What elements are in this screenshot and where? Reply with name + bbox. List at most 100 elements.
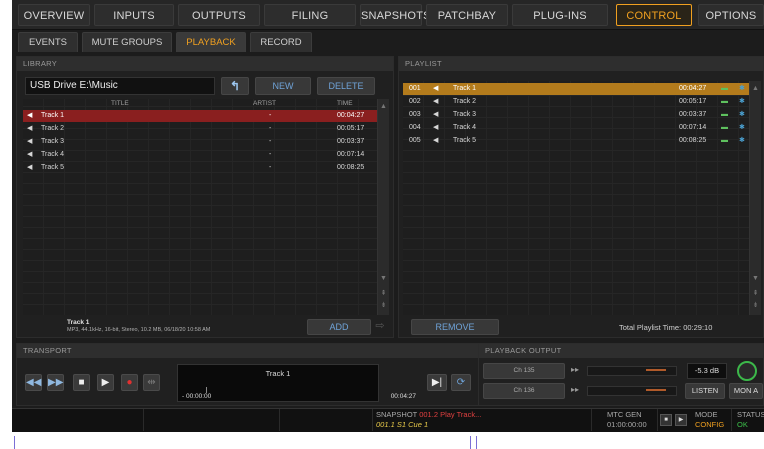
playlist-row[interactable]: 002 ◀ Track 2 00:05:17 ▬ ✱: [403, 96, 749, 108]
tab-snapshots[interactable]: SNAPSHOTS: [360, 4, 430, 26]
add-button[interactable]: ADD: [307, 319, 371, 335]
playlist-row[interactable]: 004 ◀ Track 4 00:07:14 ▬ ✱: [403, 122, 749, 134]
scroll-bottom-icon[interactable]: ⇟: [750, 301, 761, 309]
next-marker-button[interactable]: ▶|: [427, 374, 447, 391]
scrub-button[interactable]: ⇹: [143, 374, 160, 391]
new-button[interactable]: NEW: [255, 77, 311, 95]
record-button[interactable]: ●: [121, 374, 138, 391]
chevron-right-icon: ▸▸: [571, 365, 580, 374]
col-title-header[interactable]: TITLE: [111, 99, 129, 109]
library-scrollbar[interactable]: ▲ ▼ ⇞ ⇟: [377, 99, 389, 315]
playlist-row[interactable]: 005 ◀ Track 5 00:08:25 ▬ ✱: [403, 135, 749, 147]
play-button[interactable]: ▶: [97, 374, 114, 391]
rewind-button[interactable]: ◀◀: [25, 374, 42, 391]
ch1-output-button[interactable]: Ch 135: [483, 363, 565, 379]
mtc-stop-button[interactable]: ■: [660, 414, 672, 426]
track-title: Track 5: [41, 164, 65, 171]
chevron-right-icon: ▸▸: [571, 385, 580, 394]
library-row[interactable]: ◀ Track 2 - 00:05:17: [23, 123, 377, 135]
tab-outputs[interactable]: OUTPUTS: [178, 4, 260, 26]
meter-peak: [646, 369, 666, 371]
remove-button[interactable]: REMOVE: [411, 319, 499, 335]
subtab-events[interactable]: EVENTS: [18, 32, 78, 52]
tab-filing[interactable]: FILING: [264, 4, 356, 26]
sub-nav: EVENTS MUTE GROUPS PLAYBACK RECORD: [12, 30, 764, 52]
playlist-header: PLAYLIST: [399, 57, 763, 71]
meter-ch2: [587, 386, 677, 396]
playlist-row[interactable]: 001 ◀ Track 1 00:04:27 ▬ ✱: [403, 83, 749, 95]
gear-icon[interactable]: ✱: [739, 109, 745, 121]
mtc-play-button[interactable]: ▶: [675, 414, 687, 426]
mon-a-button[interactable]: MON A: [729, 383, 763, 399]
folder-up-button[interactable]: ↰: [221, 77, 249, 95]
tab-control[interactable]: CONTROL: [616, 4, 692, 26]
library-row[interactable]: ◀ Track 3 - 00:03:37: [23, 136, 377, 148]
level-icon: ▬: [721, 124, 728, 131]
track-time: 00:04:27: [337, 112, 365, 119]
playlist-time: 00:08:25: [679, 137, 707, 144]
stop-button[interactable]: ■: [73, 374, 90, 391]
speaker-icon: ◀: [27, 138, 33, 145]
playlist-title: Track 2: [453, 98, 477, 105]
library-track-list[interactable]: TITLE ARTIST TIME ◀ Track 1 - 00:04:27 ◀ Tra…: [23, 99, 377, 315]
listen-button[interactable]: LISTEN: [685, 383, 725, 399]
gain-value[interactable]: -5.3 dB: [687, 363, 727, 379]
scroll-down-icon[interactable]: ▼: [378, 275, 389, 282]
library-path-field[interactable]: USB Drive E:\Music: [25, 77, 215, 95]
subtab-mute-groups[interactable]: MUTE GROUPS: [82, 32, 172, 52]
track-time: 00:07:14: [337, 151, 365, 158]
gear-icon[interactable]: ✱: [739, 96, 745, 108]
scroll-bottom-icon[interactable]: ⇟: [378, 301, 389, 309]
scroll-top-icon[interactable]: ⇞: [750, 289, 761, 297]
scroll-top-icon[interactable]: ⇞: [378, 289, 389, 297]
playlist-scrollbar[interactable]: ▲ ▼ ⇞ ⇟: [749, 81, 761, 315]
snapshot-status[interactable]: SNAPSHOT 001.2 Play Track... 001.1 S1 Cu…: [372, 409, 592, 431]
tab-inputs[interactable]: INPUTS: [94, 4, 174, 26]
library-row[interactable]: ◀ Track 5 - 00:08:25: [23, 162, 377, 174]
subtab-record[interactable]: RECORD: [250, 32, 312, 52]
gear-icon[interactable]: ✱: [739, 83, 745, 95]
scroll-down-icon[interactable]: ▼: [750, 275, 761, 282]
col-time-header[interactable]: TIME: [337, 99, 353, 109]
col-artist-header[interactable]: ARTIST: [253, 99, 276, 109]
playlist-title: Track 4: [453, 124, 477, 131]
playlist-row[interactable]: 003 ◀ Track 3 00:03:37 ▬ ✱: [403, 109, 749, 121]
playlist-title: Track 1: [453, 85, 477, 92]
playlist-list[interactable]: 001 ◀ Track 1 00:04:27 ▬ ✱ 002 ◀ Track 2 00:05:1…: [403, 81, 749, 315]
playlist-title: Track 3: [453, 111, 477, 118]
mode-status[interactable]: MODE CONFIG: [692, 409, 732, 431]
track-artist: -: [269, 151, 272, 158]
system-status[interactable]: STATUS OK: [734, 409, 764, 431]
mtc-gen-status[interactable]: MTC GEN 01:00:00:00: [604, 409, 658, 431]
tab-plug-ins[interactable]: PLUG-INS: [512, 4, 608, 26]
speaker-icon: ◀: [27, 164, 33, 171]
gain-knob[interactable]: [737, 361, 757, 381]
ch1-label: Ch 135: [513, 367, 535, 374]
track-title: Track 3: [41, 138, 65, 145]
top-nav: OVERVIEW INPUTS OUTPUTS FILING SNAPSHOTS…: [12, 0, 764, 30]
current-track-name: Track 1: [265, 369, 291, 378]
playback-output-header: PLAYBACK OUTPUT: [479, 344, 763, 358]
loop-button[interactable]: ⟳: [451, 374, 471, 391]
tab-patchbay[interactable]: PATCHBAY: [426, 4, 508, 26]
subtab-playback[interactable]: PLAYBACK: [176, 32, 246, 52]
playlist-num: 001: [409, 85, 421, 92]
gear-icon[interactable]: ✱: [739, 122, 745, 134]
fast-forward-button[interactable]: ▶▶: [47, 374, 64, 391]
library-row[interactable]: ◀ Track 4 - 00:07:14: [23, 149, 377, 161]
tab-options[interactable]: OPTIONS: [698, 4, 764, 26]
app-window: OVERVIEW INPUTS OUTPUTS FILING SNAPSHOTS…: [12, 0, 764, 432]
ch2-output-button[interactable]: Ch 136: [483, 383, 565, 399]
mode-label: MODE: [695, 410, 718, 419]
scroll-up-icon[interactable]: ▲: [378, 103, 389, 110]
scroll-up-icon[interactable]: ▲: [750, 85, 761, 92]
delete-button[interactable]: DELETE: [317, 77, 375, 95]
playlist-num: 004: [409, 124, 421, 131]
track-time: 00:08:25: [337, 164, 365, 171]
library-row[interactable]: ◀ Track 1 - 00:04:27: [23, 110, 377, 122]
gear-icon[interactable]: ✱: [739, 135, 745, 147]
arrow-up-icon: ↰: [229, 79, 241, 93]
playlist-time: 00:05:17: [679, 98, 707, 105]
mtc-label: MTC GEN: [607, 410, 642, 419]
tab-overview[interactable]: OVERVIEW: [18, 4, 90, 26]
